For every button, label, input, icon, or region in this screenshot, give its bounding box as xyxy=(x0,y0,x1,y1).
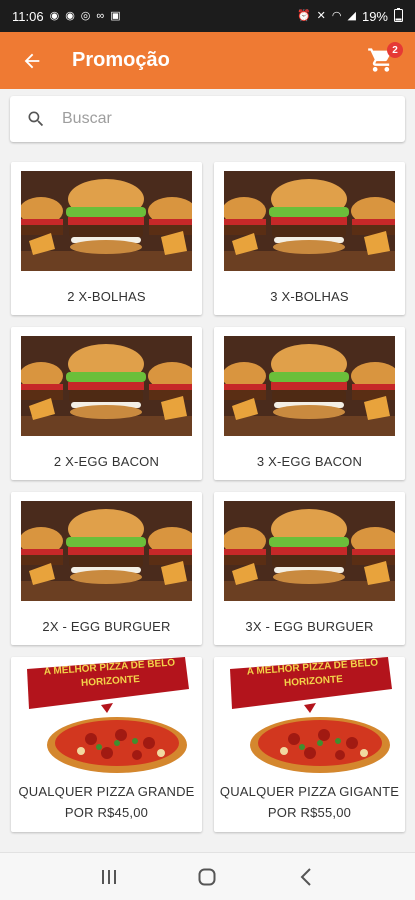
recents-button[interactable] xyxy=(89,857,129,897)
back-nav-button[interactable] xyxy=(286,857,326,897)
back-arrow-icon xyxy=(24,53,40,68)
product-label-line1: QUALQUER PIZZA GRANDE xyxy=(18,784,195,799)
product-card[interactable]: 3 X-EGG BACON xyxy=(214,327,405,480)
product-label: 2 X-BOLHAS xyxy=(67,289,146,304)
cart-button[interactable]: 2 xyxy=(367,42,403,74)
battery-level: 19% xyxy=(361,8,388,24)
product-label: 3 X-BOLHAS xyxy=(270,289,349,304)
search-bar[interactable] xyxy=(10,96,405,142)
system-nav-bar xyxy=(0,852,415,900)
product-grid: 2 X-BOLHAS 3 X-BOLHAS 2 X-EGG BACON 3 X-… xyxy=(11,162,406,832)
product-label: 2 X-EGG BACON xyxy=(53,454,160,469)
link-icon: ∞ xyxy=(96,9,105,22)
page-title: Promoção xyxy=(72,49,170,71)
burger-image xyxy=(21,501,192,601)
product-label-line1: QUALQUER PIZZA GIGANTE xyxy=(219,784,400,799)
burger-image xyxy=(224,501,395,601)
status-time: 11:06 xyxy=(12,8,44,24)
cart-count-badge: 2 xyxy=(387,42,403,58)
mute-icon: ✕ xyxy=(316,9,326,22)
product-card[interactable]: QUALQUER PIZZA GIGANTE POR R$55,00 A MEL… xyxy=(214,657,405,832)
product-card[interactable]: 3X - EGG BURGUER xyxy=(214,492,405,645)
burger-image xyxy=(21,171,192,271)
instagram-icon: ◎ xyxy=(80,9,91,22)
product-card[interactable]: 3 X-BOLHAS xyxy=(214,162,405,315)
status-bar: 11:06 ◉ ◉ ◎ ∞ ▣ ⏰ ✕ ◠ ◢ 19% xyxy=(0,0,415,32)
alarm-icon: ⏰ xyxy=(296,9,311,22)
image-icon: ▣ xyxy=(110,9,121,22)
whatsapp-icon-2: ◉ xyxy=(65,9,75,22)
burger-image xyxy=(21,336,192,436)
back-button[interactable] xyxy=(0,32,64,89)
home-icon xyxy=(198,868,216,885)
home-button[interactable] xyxy=(187,857,227,897)
app-bar: Promoção 2 xyxy=(0,32,415,89)
product-label: QUALQUER PIZZA GRANDE POR R$45,00 xyxy=(11,781,202,823)
back-nav-icon xyxy=(300,867,311,886)
search-input[interactable] xyxy=(62,110,382,128)
product-label: 3X - EGG BURGUER xyxy=(245,619,374,634)
wifi-icon: ◠ xyxy=(331,9,342,22)
whatsapp-icon: ◉ xyxy=(49,9,60,22)
product-card[interactable]: QUALQUER PIZZA GRANDE POR R$45,00 A MELH… xyxy=(11,657,202,832)
battery-icon xyxy=(394,7,403,25)
recents-icon xyxy=(102,869,117,884)
product-label-line2: POR R$55,00 xyxy=(267,805,352,820)
signal-icon: ◢ xyxy=(347,9,356,22)
product-label: 2X - EGG BURGUER xyxy=(42,619,171,634)
product-card[interactable]: 2X - EGG BURGUER xyxy=(11,492,202,645)
burger-image xyxy=(224,171,395,271)
search-icon xyxy=(10,109,62,129)
product-card[interactable]: 2 X-EGG BACON xyxy=(11,327,202,480)
product-card[interactable]: 2 X-BOLHAS xyxy=(11,162,202,315)
product-label: 3 X-EGG BACON xyxy=(256,454,363,469)
product-label-line2: POR R$45,00 xyxy=(64,805,149,820)
burger-image xyxy=(224,336,395,436)
product-label: QUALQUER PIZZA GIGANTE POR R$55,00 xyxy=(214,781,405,823)
